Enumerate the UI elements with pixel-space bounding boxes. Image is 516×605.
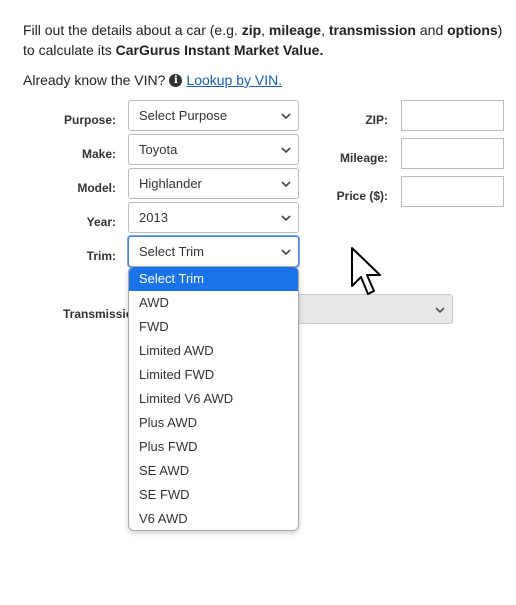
chevron-down-icon: [281, 113, 291, 120]
intro-text: Fill out the details about a car (e.g. z…: [23, 20, 508, 60]
intro-bold-mileage: mileage: [268, 22, 322, 38]
trim-option[interactable]: SE FWD: [129, 483, 298, 507]
zip-label: ZIP:: [365, 113, 388, 127]
model-select[interactable]: Highlander: [128, 168, 299, 199]
intro-bold-imv: CarGurus Instant Market Value.: [115, 42, 324, 58]
year-label: Year:: [86, 215, 116, 229]
intro-text-part: and: [415, 22, 448, 38]
mouse-pointer-icon: [351, 247, 381, 295]
mileage-input[interactable]: [401, 138, 504, 169]
trim-option[interactable]: SE AWD: [129, 459, 298, 483]
mileage-label: Mileage:: [339, 151, 388, 165]
trim-option[interactable]: AWD: [129, 291, 298, 315]
price-label: Price ($):: [336, 189, 388, 203]
make-select[interactable]: Toyota: [128, 134, 299, 165]
purpose-label: Purpose:: [63, 113, 116, 127]
intro-text-part: ,: [261, 22, 269, 38]
trim-dropdown-list: Select Trim AWD FWD Limited AWD Limited …: [128, 266, 299, 531]
purpose-select[interactable]: Select Purpose: [128, 100, 299, 131]
trim-option[interactable]: Plus FWD: [129, 435, 298, 459]
lookup-by-vin-link[interactable]: Lookup by VIN.: [186, 70, 282, 90]
intro-bold-options: options: [447, 22, 498, 38]
chevron-down-icon: [281, 181, 291, 188]
make-select-value: Toyota: [139, 142, 178, 157]
trim-option[interactable]: V6 AWD: [129, 507, 298, 530]
zip-input[interactable]: [401, 100, 504, 131]
trim-option[interactable]: Limited FWD: [129, 363, 298, 387]
info-circle-icon[interactable]: i: [169, 73, 183, 87]
trim-select[interactable]: Select Trim: [128, 236, 299, 267]
trim-label: Trim:: [86, 249, 116, 263]
vin-prompt: Already know the VIN?: [23, 72, 166, 88]
trim-option[interactable]: Limited AWD: [129, 339, 298, 363]
year-select[interactable]: 2013: [128, 202, 299, 233]
intro-text-part: ,: [321, 22, 329, 38]
trim-select-value: Select Trim: [139, 244, 205, 259]
trim-option[interactable]: Select Trim: [129, 267, 298, 291]
intro-text-part: Fill out the details about a car (e.g.: [23, 22, 242, 38]
vin-lookup-row: Already know the VIN? i Lookup by VIN.: [23, 70, 282, 90]
year-select-value: 2013: [139, 210, 168, 225]
purpose-select-value: Select Purpose: [139, 108, 228, 123]
chevron-down-icon: [281, 249, 291, 256]
price-input[interactable]: [401, 176, 504, 207]
model-select-value: Highlander: [139, 176, 202, 191]
intro-bold-transmission: transmission: [328, 22, 416, 38]
model-label: Model:: [77, 181, 116, 195]
chevron-down-icon: [281, 147, 291, 154]
chevron-down-icon: [435, 307, 445, 314]
trim-option[interactable]: Plus AWD: [129, 411, 298, 435]
trim-option[interactable]: FWD: [129, 315, 298, 339]
chevron-down-icon: [281, 215, 291, 222]
make-label: Make:: [81, 147, 116, 161]
intro-bold-zip: zip: [241, 22, 262, 38]
trim-option[interactable]: Limited V6 AWD: [129, 387, 298, 411]
